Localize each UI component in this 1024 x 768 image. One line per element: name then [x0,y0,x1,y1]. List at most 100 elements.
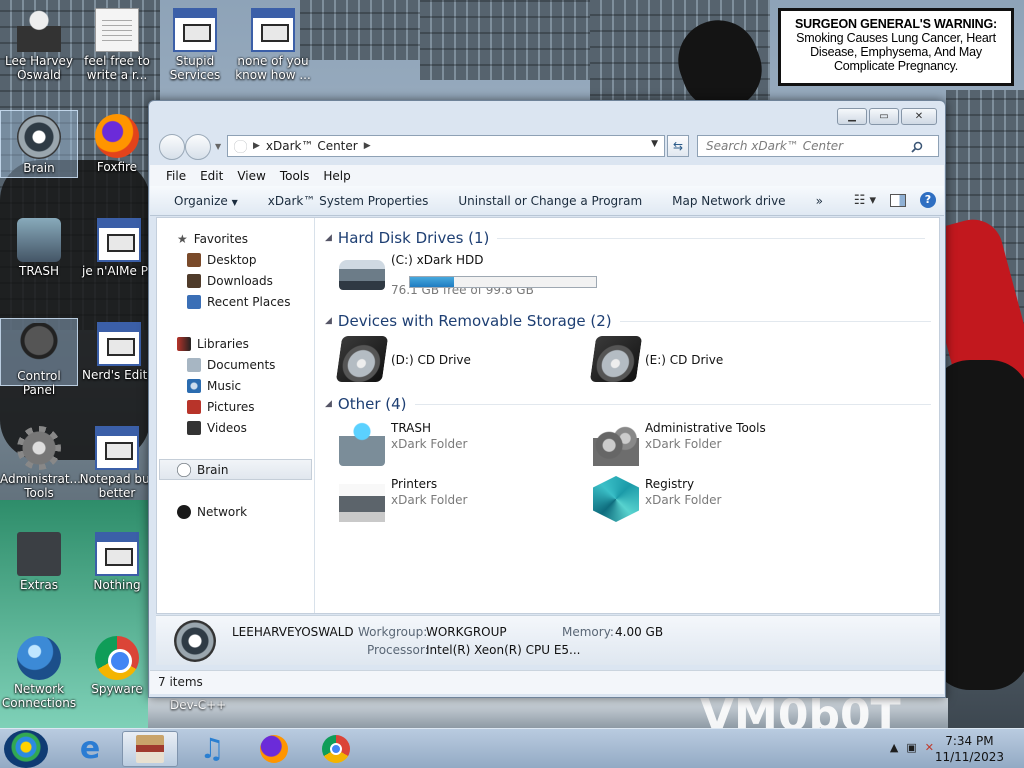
address-bar[interactable]: ▶ xDark™ Center ▶ ▼ [227,135,665,157]
network-status-icon[interactable]: ▣ [906,741,916,754]
group-other[interactable]: ◢ Other (4) [325,394,945,414]
search-icon[interactable] [911,141,923,153]
taskbar-chrome[interactable] [308,731,364,767]
network-icon [17,636,61,680]
close-button[interactable]: ✕ [901,108,937,125]
folder-trash-tile[interactable]: TRASH xDark Folder [339,420,467,466]
desktop-icon-foxfire[interactable]: Foxfire [78,110,156,174]
back-button[interactable] [159,134,185,160]
menu-bar: File Edit View Tools Help [150,165,944,186]
nav-favorites[interactable]: ★ Favorites [157,228,314,249]
menu-edit[interactable]: Edit [200,169,223,183]
menu-file[interactable]: File [166,169,186,183]
drive-c-tile[interactable]: (C:) xDark HDD 76.1 GB free of 99.8 GB [339,252,619,298]
nav-music[interactable]: Music [157,375,314,396]
app-window-icon [97,322,141,366]
system-properties-button[interactable]: xDark™ System Properties [268,194,429,208]
more-commands-button[interactable]: » [816,194,823,208]
taskbar-explorer[interactable] [122,731,178,767]
desktop-icon-control-panel[interactable]: Control Panel [0,318,78,397]
trash-icon [339,420,385,466]
desktop-icon-notepad-but-better[interactable]: Notepad but better [78,422,156,500]
app-window-icon [95,532,139,576]
breadcrumb-xdark-center[interactable]: xDark™ Center [266,139,358,153]
nav-network[interactable]: Network [157,501,314,522]
nav-libraries[interactable]: Libraries [157,333,314,354]
map-network-drive-button[interactable]: Map Network drive [672,194,785,208]
nav-downloads[interactable]: Downloads [157,270,314,291]
minimize-button[interactable]: ▁ [837,108,867,125]
folder-registry-tile[interactable]: Registry xDark Folder [593,476,721,522]
recycle-bin-icon [17,218,61,262]
taskbar-music[interactable]: ♫ [184,731,240,767]
search-input[interactable]: Search xDark™ Center [697,135,939,157]
taskbar-firefox[interactable] [246,731,302,767]
preview-pane-icon[interactable] [890,193,906,207]
breadcrumb-separator-icon[interactable]: ▶ [253,141,260,151]
desktop-icon-administrative-tools[interactable]: Administrat... Tools [0,422,81,500]
group-removable-storage[interactable]: ◢ Devices with Removable Storage (2) [325,311,945,331]
desktop-icon-lee-harvey-oswald[interactable]: Lee Harvey Oswald [0,4,78,82]
music-note-icon: ♫ [199,732,225,765]
nav-brain[interactable]: Brain [159,459,312,480]
desktop-icon-nerds-editor[interactable]: Nerd's Edito [78,318,156,382]
folder-admin-tools-tile[interactable]: Administrative Tools xDark Folder [593,420,766,466]
folder-printers-tile[interactable]: Printers xDark Folder [339,476,467,522]
admin-tools-icon [593,420,639,466]
figure-icon [17,8,61,52]
folder-admin-tools-name: Administrative Tools [645,421,766,435]
organize-button[interactable]: Organize ▼ [174,194,238,208]
documents-icon [187,357,201,372]
navigation-pane: ★ Favorites Desktop Downloads Recent Plac… [157,218,315,613]
folder-registry-name: Registry [645,477,695,491]
desktop-icon-spyware[interactable]: Spyware [78,632,156,696]
computer-name: LEEHARVEYOSWALD [232,625,354,639]
drive-e-tile[interactable]: (E:) CD Drive [589,336,723,382]
workgroup-label: Workgroup: [358,625,428,639]
clock-time: 7:34 PM [945,734,994,748]
app-window-icon [97,218,141,262]
drive-d-name: (D:) CD Drive [391,353,471,367]
nav-recent-places[interactable]: Recent Places [157,291,314,312]
recent-pages-icon[interactable]: ▼ [215,142,221,151]
nav-pictures[interactable]: Pictures [157,396,314,417]
collapse-triangle-icon: ◢ [325,399,332,409]
menu-tools[interactable]: Tools [280,169,310,183]
desktop-icon-je-naime-pa[interactable]: je n'AIMe Pa [78,214,156,278]
desktop-icon-dev-cpp[interactable]: Dev-C++ [170,698,226,712]
desktop-icon-extras[interactable]: Extras [0,528,78,592]
desktop-icon-nothing[interactable]: Nothing [78,528,156,592]
clock[interactable]: 7:34 PM 11/11/2023 [935,733,1004,765]
group-hard-disk-drives[interactable]: ◢ Hard Disk Drives (1) [325,228,939,248]
firefox-icon [260,735,288,763]
help-icon[interactable]: ? [920,192,936,208]
nav-videos[interactable]: Videos [157,417,314,438]
show-hidden-icons-icon[interactable]: ▲ [890,741,898,754]
address-dropdown-icon[interactable]: ▼ [651,139,658,149]
nav-desktop[interactable]: Desktop [157,249,314,270]
desktop-icon-brain[interactable]: Brain [0,110,78,178]
view-options-icon[interactable]: ☷ ▾ [854,193,876,208]
forward-button[interactable] [185,134,211,160]
desktop-icon-stupid-services[interactable]: Stupid Services [156,4,234,82]
surgeon-general-warning: SURGEON GENERAL'S WARNING: Smoking Cause… [778,8,1014,86]
uninstall-program-button[interactable]: Uninstall or Change a Program [458,194,642,208]
desktop-icon-network-connections[interactable]: Network Connections [0,632,78,710]
drive-d-tile[interactable]: (D:) CD Drive [335,336,471,382]
folder-trash-type: xDark Folder [391,437,468,451]
desktop-icon-feel-free[interactable]: feel free to write a r... [78,4,156,82]
menu-help[interactable]: Help [323,169,350,183]
taskbar-internet-explorer[interactable]: e [62,731,118,767]
volume-muted-icon[interactable]: ✕ [925,741,934,754]
desktop-icon-none-of-you[interactable]: none of you know how ... [234,4,312,82]
explorer-icon [136,735,164,763]
chrome-icon [95,636,139,680]
chrome-icon [322,735,350,763]
maximize-button[interactable]: ▭ [869,108,899,125]
start-button[interactable] [4,730,48,768]
desktop-icon-trash[interactable]: TRASH [0,214,78,278]
menu-view[interactable]: View [237,169,265,183]
breadcrumb-separator-icon[interactable]: ▶ [364,141,371,151]
nav-documents[interactable]: Documents [157,354,314,375]
refresh-button[interactable]: ⇆ [667,135,689,157]
